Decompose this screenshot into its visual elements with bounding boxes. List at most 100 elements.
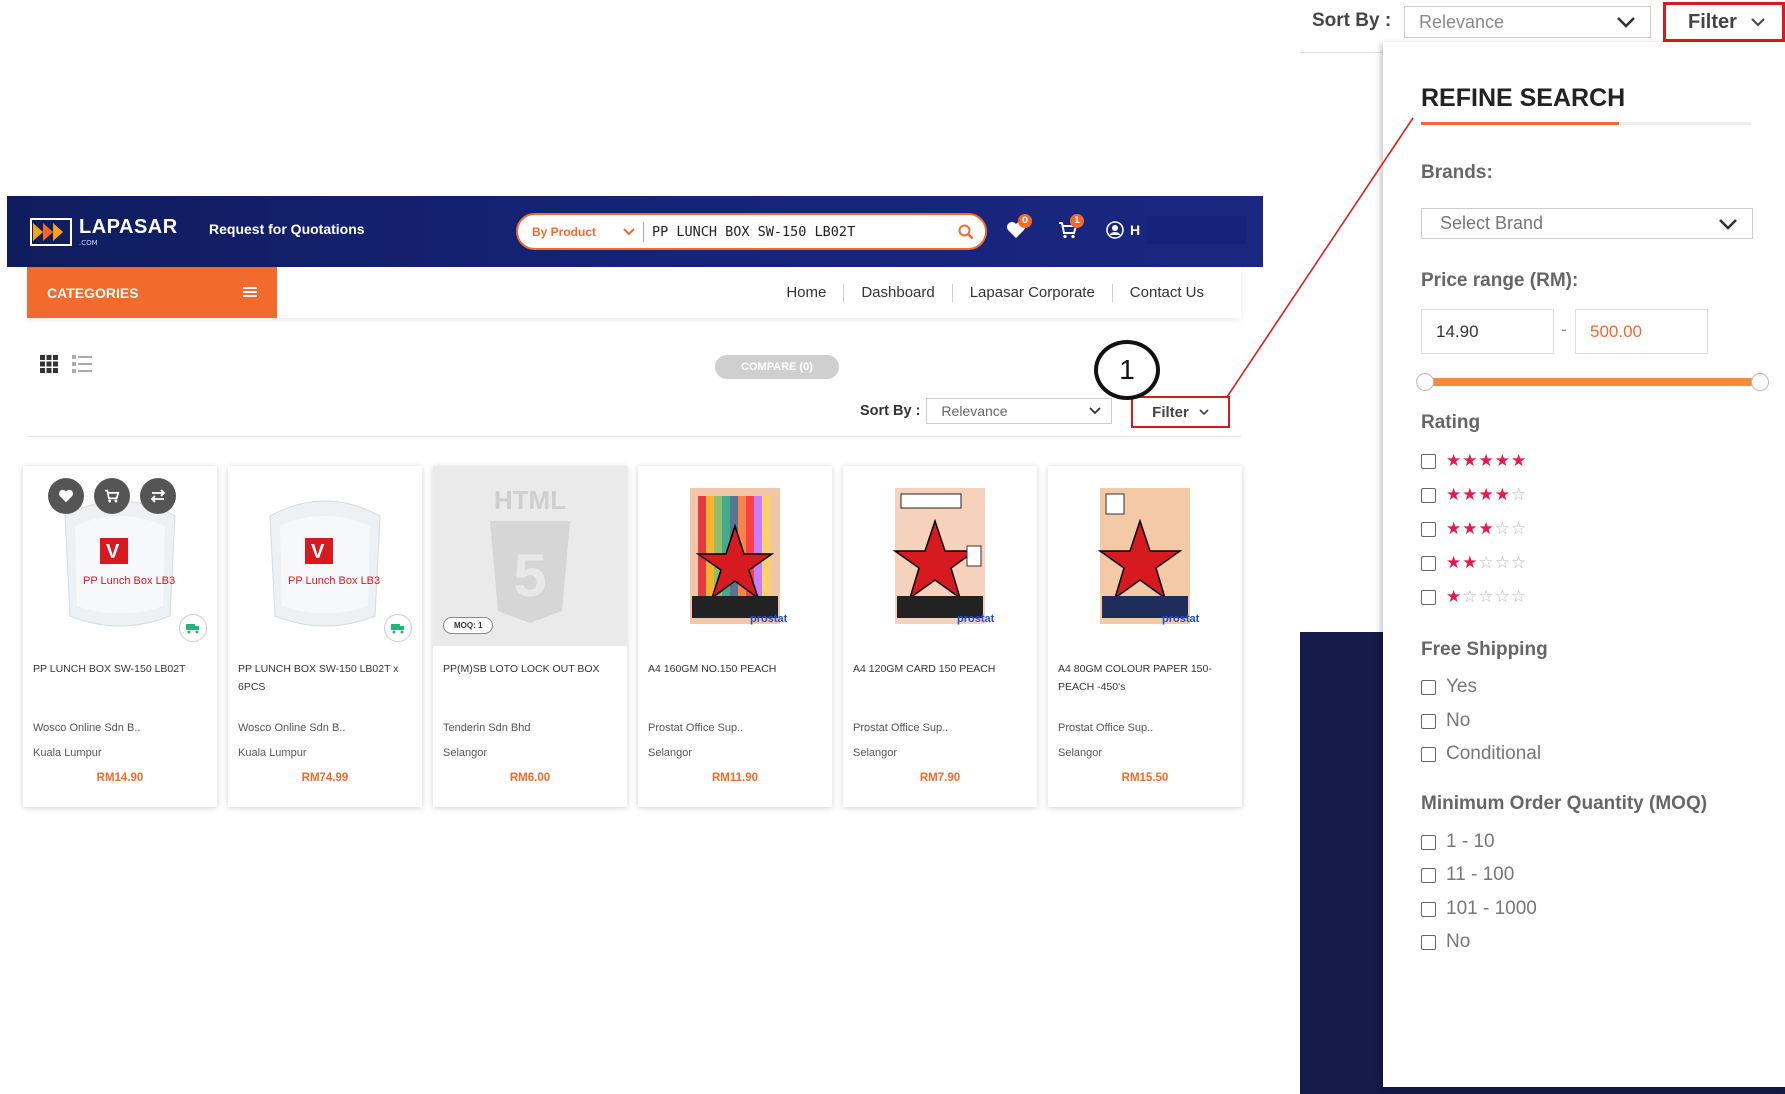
sort-select[interactable]: Relevance <box>926 398 1113 424</box>
svg-text:V: V <box>311 541 325 563</box>
checkbox[interactable] <box>1421 679 1436 695</box>
product-name[interactable]: A4 120GM CARD 150 PEACH <box>853 660 1029 678</box>
chevron-down-icon <box>1719 218 1737 230</box>
rating-option-1[interactable]: ★☆☆☆☆ <box>1421 587 1527 607</box>
search-input[interactable] <box>644 223 951 240</box>
price-max-input[interactable]: 500.00 <box>1575 309 1708 354</box>
option-label: No <box>1446 931 1471 952</box>
filter-label: Filter <box>1152 403 1189 421</box>
checkbox[interactable] <box>1421 867 1436 883</box>
product-location: Kuala Lumpur <box>238 747 307 759</box>
search-scope-select[interactable]: By Product <box>518 221 644 242</box>
price-slider-track[interactable] <box>1425 378 1759 386</box>
product-grid: V PP Lunch Box LB3 PP LUNCH BOX SW-150 L… <box>23 466 1242 807</box>
product-card[interactable]: prostat A4 120GM CARD 150 PEACH Prostat … <box>843 466 1037 807</box>
shipping-option-yes[interactable]: Yes <box>1421 676 1477 698</box>
product-name[interactable]: PP(M)SB LOTO LOCK OUT BOX <box>443 660 619 678</box>
refine-search-panel: REFINE SEARCH Brands: Select Brand Price… <box>1383 42 1785 1087</box>
product-location: Selangor <box>853 747 898 759</box>
checkbox[interactable] <box>1421 834 1436 850</box>
rating-option-5[interactable]: ★★★★★ <box>1421 451 1527 471</box>
nav-corporate[interactable]: Lapasar Corporate <box>951 283 1112 302</box>
wishlist-button[interactable]: 0 <box>1002 214 1032 244</box>
price-slider-max-handle[interactable] <box>1751 373 1769 391</box>
sort-label: Sort By : <box>860 403 921 419</box>
product-location: Kuala Lumpur <box>33 747 102 759</box>
rfq-link[interactable]: Request for Quotations <box>209 221 365 237</box>
product-name[interactable]: PP LUNCH BOX SW-150 LB02T x 6PCS <box>238 660 414 696</box>
moq-option-no[interactable]: No <box>1421 931 1470 953</box>
product-card[interactable]: V PP Lunch Box LB3 PP LUNCH BOX SW-150 L… <box>23 466 217 807</box>
checkbox[interactable] <box>1421 746 1436 762</box>
rating-option-3[interactable]: ★★★☆☆ <box>1421 519 1527 539</box>
checkbox[interactable] <box>1421 555 1436 571</box>
compare-button[interactable]: COMPARE (0) <box>715 355 839 379</box>
free-shipping-label: Free Shipping <box>1421 639 1548 660</box>
rating-option-2[interactable]: ★★☆☆☆ <box>1421 553 1527 573</box>
product-seller: Prostat Office Sup.. <box>853 722 949 734</box>
product-name[interactable]: A4 80GM COLOUR PAPER 150-PEACH -450's <box>1058 660 1234 696</box>
filter-button[interactable]: Filter <box>1131 396 1230 428</box>
moq-option-101-1000[interactable]: 101 - 1000 <box>1421 898 1537 920</box>
product-card[interactable]: prostat A4 80GM COLOUR PAPER 150-PEACH -… <box>1048 466 1242 807</box>
list-view-icon[interactable] <box>72 355 92 377</box>
chevron-down-icon <box>623 225 635 239</box>
product-name[interactable]: PP LUNCH BOX SW-150 LB02T <box>33 660 209 678</box>
price-slider-min-handle[interactable] <box>1416 373 1434 391</box>
checkbox[interactable] <box>1421 487 1436 503</box>
site-logo[interactable]: LAPASAR .COM <box>29 213 178 251</box>
search-icon <box>958 224 974 239</box>
moq-option-11-100[interactable]: 11 - 100 <box>1421 864 1514 886</box>
moq-option-1-10[interactable]: 1 - 10 <box>1421 831 1495 853</box>
placeholder-text: HTML <box>494 485 566 515</box>
filter-button[interactable]: Filter <box>1663 2 1785 42</box>
product-card[interactable]: prostat A4 160GM NO.150 PEACH Prostat Of… <box>638 466 832 807</box>
sort-select[interactable]: Relevance <box>1404 6 1651 38</box>
product-card[interactable]: V PP Lunch Box LB3 PP LUNCH BOX SW-150 L… <box>228 466 422 807</box>
nav-home[interactable]: Home <box>769 284 843 302</box>
checkbox[interactable] <box>1421 901 1436 917</box>
shipping-option-conditional[interactable]: Conditional <box>1421 743 1541 765</box>
checkbox[interactable] <box>1421 589 1436 605</box>
wishlist-button[interactable] <box>48 478 84 514</box>
star-rating-icon: ★★★☆☆ <box>1446 519 1528 538</box>
product-card[interactable]: HTML 5 MOQ: 1 PP(M)SB LOTO LOCK OUT BOX … <box>433 466 627 807</box>
nav-dashboard[interactable]: Dashboard <box>843 283 951 302</box>
cart-button[interactable]: 1 <box>1054 214 1084 244</box>
shipping-option-no[interactable]: No <box>1421 710 1470 732</box>
search-button[interactable] <box>951 217 981 247</box>
product-price: RM7.90 <box>919 772 961 784</box>
filter-label: Filter <box>1688 10 1737 33</box>
compare-toggle-button[interactable] <box>140 478 176 514</box>
price-min-input[interactable]: 14.90 <box>1421 309 1554 354</box>
brands-label: Brands: <box>1421 162 1493 183</box>
checkbox[interactable] <box>1421 713 1436 729</box>
svg-text:5: 5 <box>513 542 546 609</box>
user-name: H <box>1130 222 1141 238</box>
checkbox[interactable] <box>1421 521 1436 537</box>
sort-label: Sort By : <box>1312 10 1392 31</box>
checkbox[interactable] <box>1421 934 1436 950</box>
categories-button[interactable]: CATEGORIES <box>27 267 277 318</box>
product-price: RM74.99 <box>301 772 349 784</box>
swap-icon <box>150 489 166 503</box>
svg-text:PP Lunch Box LB3: PP Lunch Box LB3 <box>288 575 380 587</box>
shipping-badge-icon <box>384 614 412 642</box>
product-seller: Prostat Office Sup.. <box>648 722 744 734</box>
checkbox[interactable] <box>1421 453 1436 469</box>
product-location: Selangor <box>1058 747 1103 759</box>
product-seller: Tenderin Sdn Bhd <box>443 722 531 734</box>
nav-contact[interactable]: Contact Us <box>1111 283 1221 302</box>
callout-marker: 1 <box>1094 340 1160 400</box>
zoom-divider <box>1300 52 1385 53</box>
product-name[interactable]: A4 160GM NO.150 PEACH <box>648 660 824 678</box>
rating-option-4[interactable]: ★★★★☆ <box>1421 485 1527 505</box>
user-menu[interactable]: H <box>1106 216 1247 244</box>
view-toggle <box>40 355 92 377</box>
brand-select[interactable]: Select Brand <box>1421 208 1753 239</box>
product-location: Selangor <box>648 747 693 759</box>
svg-text:prostat: prostat <box>750 613 788 625</box>
add-to-cart-button[interactable] <box>94 478 130 514</box>
grid-view-icon[interactable] <box>40 355 58 377</box>
option-label: Yes <box>1446 676 1477 697</box>
